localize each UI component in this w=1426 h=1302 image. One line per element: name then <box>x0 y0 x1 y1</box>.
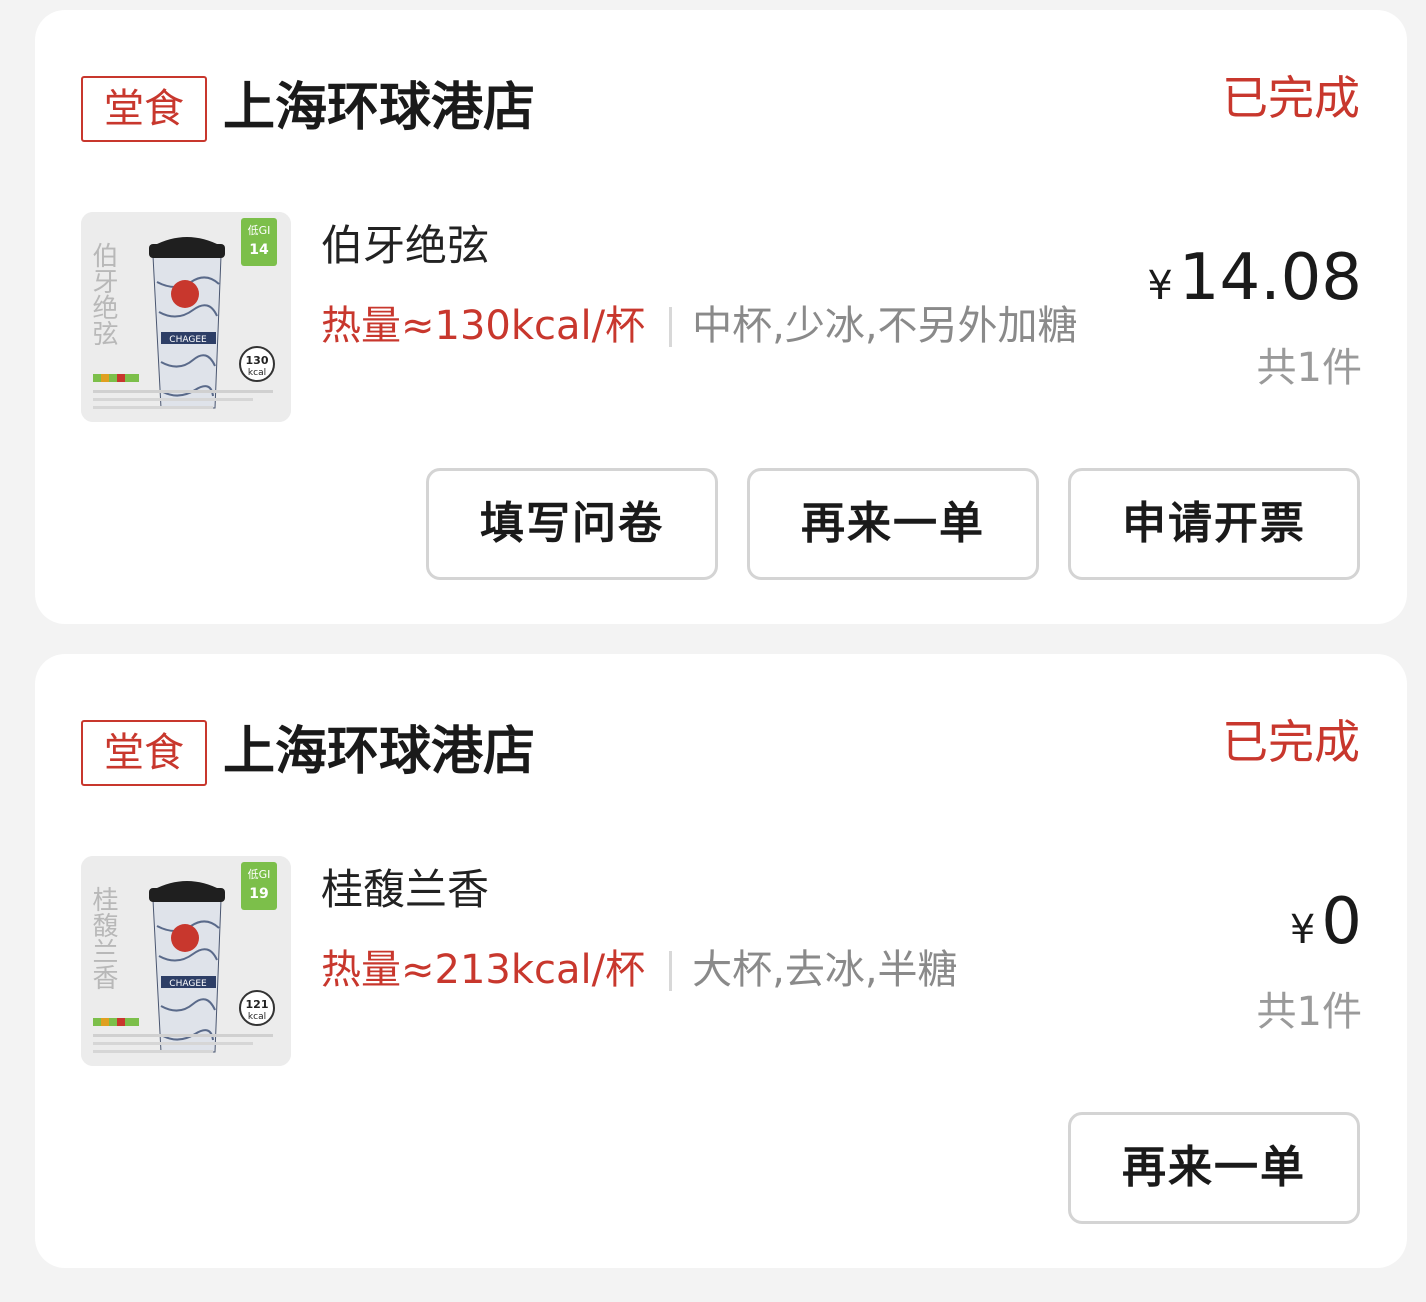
gi-value: 14 <box>249 242 269 258</box>
store-name: 上海环球港店 <box>223 722 536 782</box>
price: ¥14.08 <box>1147 238 1362 326</box>
reorder-button[interactable]: 再来一单 <box>1068 1112 1360 1224</box>
brand-text: CHAGEE <box>169 335 207 345</box>
item-count: 共1件 <box>1256 345 1362 391</box>
product-detail: 热量≈213kcal/杯 大杯,去冰,半糖 <box>321 940 1121 1000</box>
product-image-text: 桂馥兰香 <box>88 886 118 990</box>
product-name: 伯牙绝弦 <box>321 221 490 270</box>
dine-in-tag: 堂食 <box>81 720 207 786</box>
cup-kcal-unit: kcal <box>248 1012 266 1022</box>
spec-text: 大杯,去冰,半糖 <box>692 947 958 993</box>
price-value: 0 <box>1321 885 1362 959</box>
currency-symbol: ¥ <box>1289 907 1316 953</box>
price: ¥0 <box>1290 882 1362 970</box>
survey-button[interactable]: 填写问卷 <box>426 468 718 580</box>
calorie-text: 热量≈130kcal/杯 <box>321 303 646 349</box>
product-image-text: 伯牙绝弦 <box>88 242 118 346</box>
invoice-button[interactable]: 申请开票 <box>1068 468 1360 580</box>
gi-label: 低GI <box>248 224 271 237</box>
brand-text: CHAGEE <box>169 979 207 989</box>
product-name: 桂馥兰香 <box>321 865 490 914</box>
gi-label: 低GI <box>248 868 271 881</box>
cup-kcal: 130 <box>246 354 269 367</box>
spec-text: 中杯,少冰,不另外加糖 <box>692 303 1078 349</box>
divider <box>669 951 673 991</box>
order-card[interactable]: 堂食 上海环球港店 已完成 桂馥兰香 低GI 19 CHAGEE 121 kca… <box>35 654 1407 1268</box>
item-count: 共1件 <box>1256 989 1362 1035</box>
gi-value: 19 <box>249 886 268 902</box>
divider <box>669 307 673 347</box>
store-name: 上海环球港店 <box>223 78 536 138</box>
order-status: 已完成 <box>1222 715 1360 769</box>
cup-kcal: 121 <box>246 998 269 1011</box>
currency-symbol: ¥ <box>1147 263 1173 309</box>
product-image[interactable]: 桂馥兰香 低GI 19 CHAGEE 121 kcal <box>81 856 291 1066</box>
cup-kcal-unit: kcal <box>248 368 266 378</box>
product-detail: 热量≈130kcal/杯 中杯,少冰,不另外加糖 <box>321 296 1121 356</box>
dine-in-tag: 堂食 <box>81 76 207 142</box>
reorder-button[interactable]: 再来一单 <box>747 468 1039 580</box>
calorie-text: 热量≈213kcal/杯 <box>321 947 646 993</box>
price-value: 14.08 <box>1178 241 1362 315</box>
product-image[interactable]: 伯牙绝弦 低GI 14 CHAGEE 130 kcal <box>81 212 291 422</box>
order-card[interactable]: 堂食 上海环球港店 已完成 伯牙绝弦 低GI 14 CHAGEE 130 kca… <box>35 10 1407 624</box>
order-status: 已完成 <box>1222 71 1360 125</box>
